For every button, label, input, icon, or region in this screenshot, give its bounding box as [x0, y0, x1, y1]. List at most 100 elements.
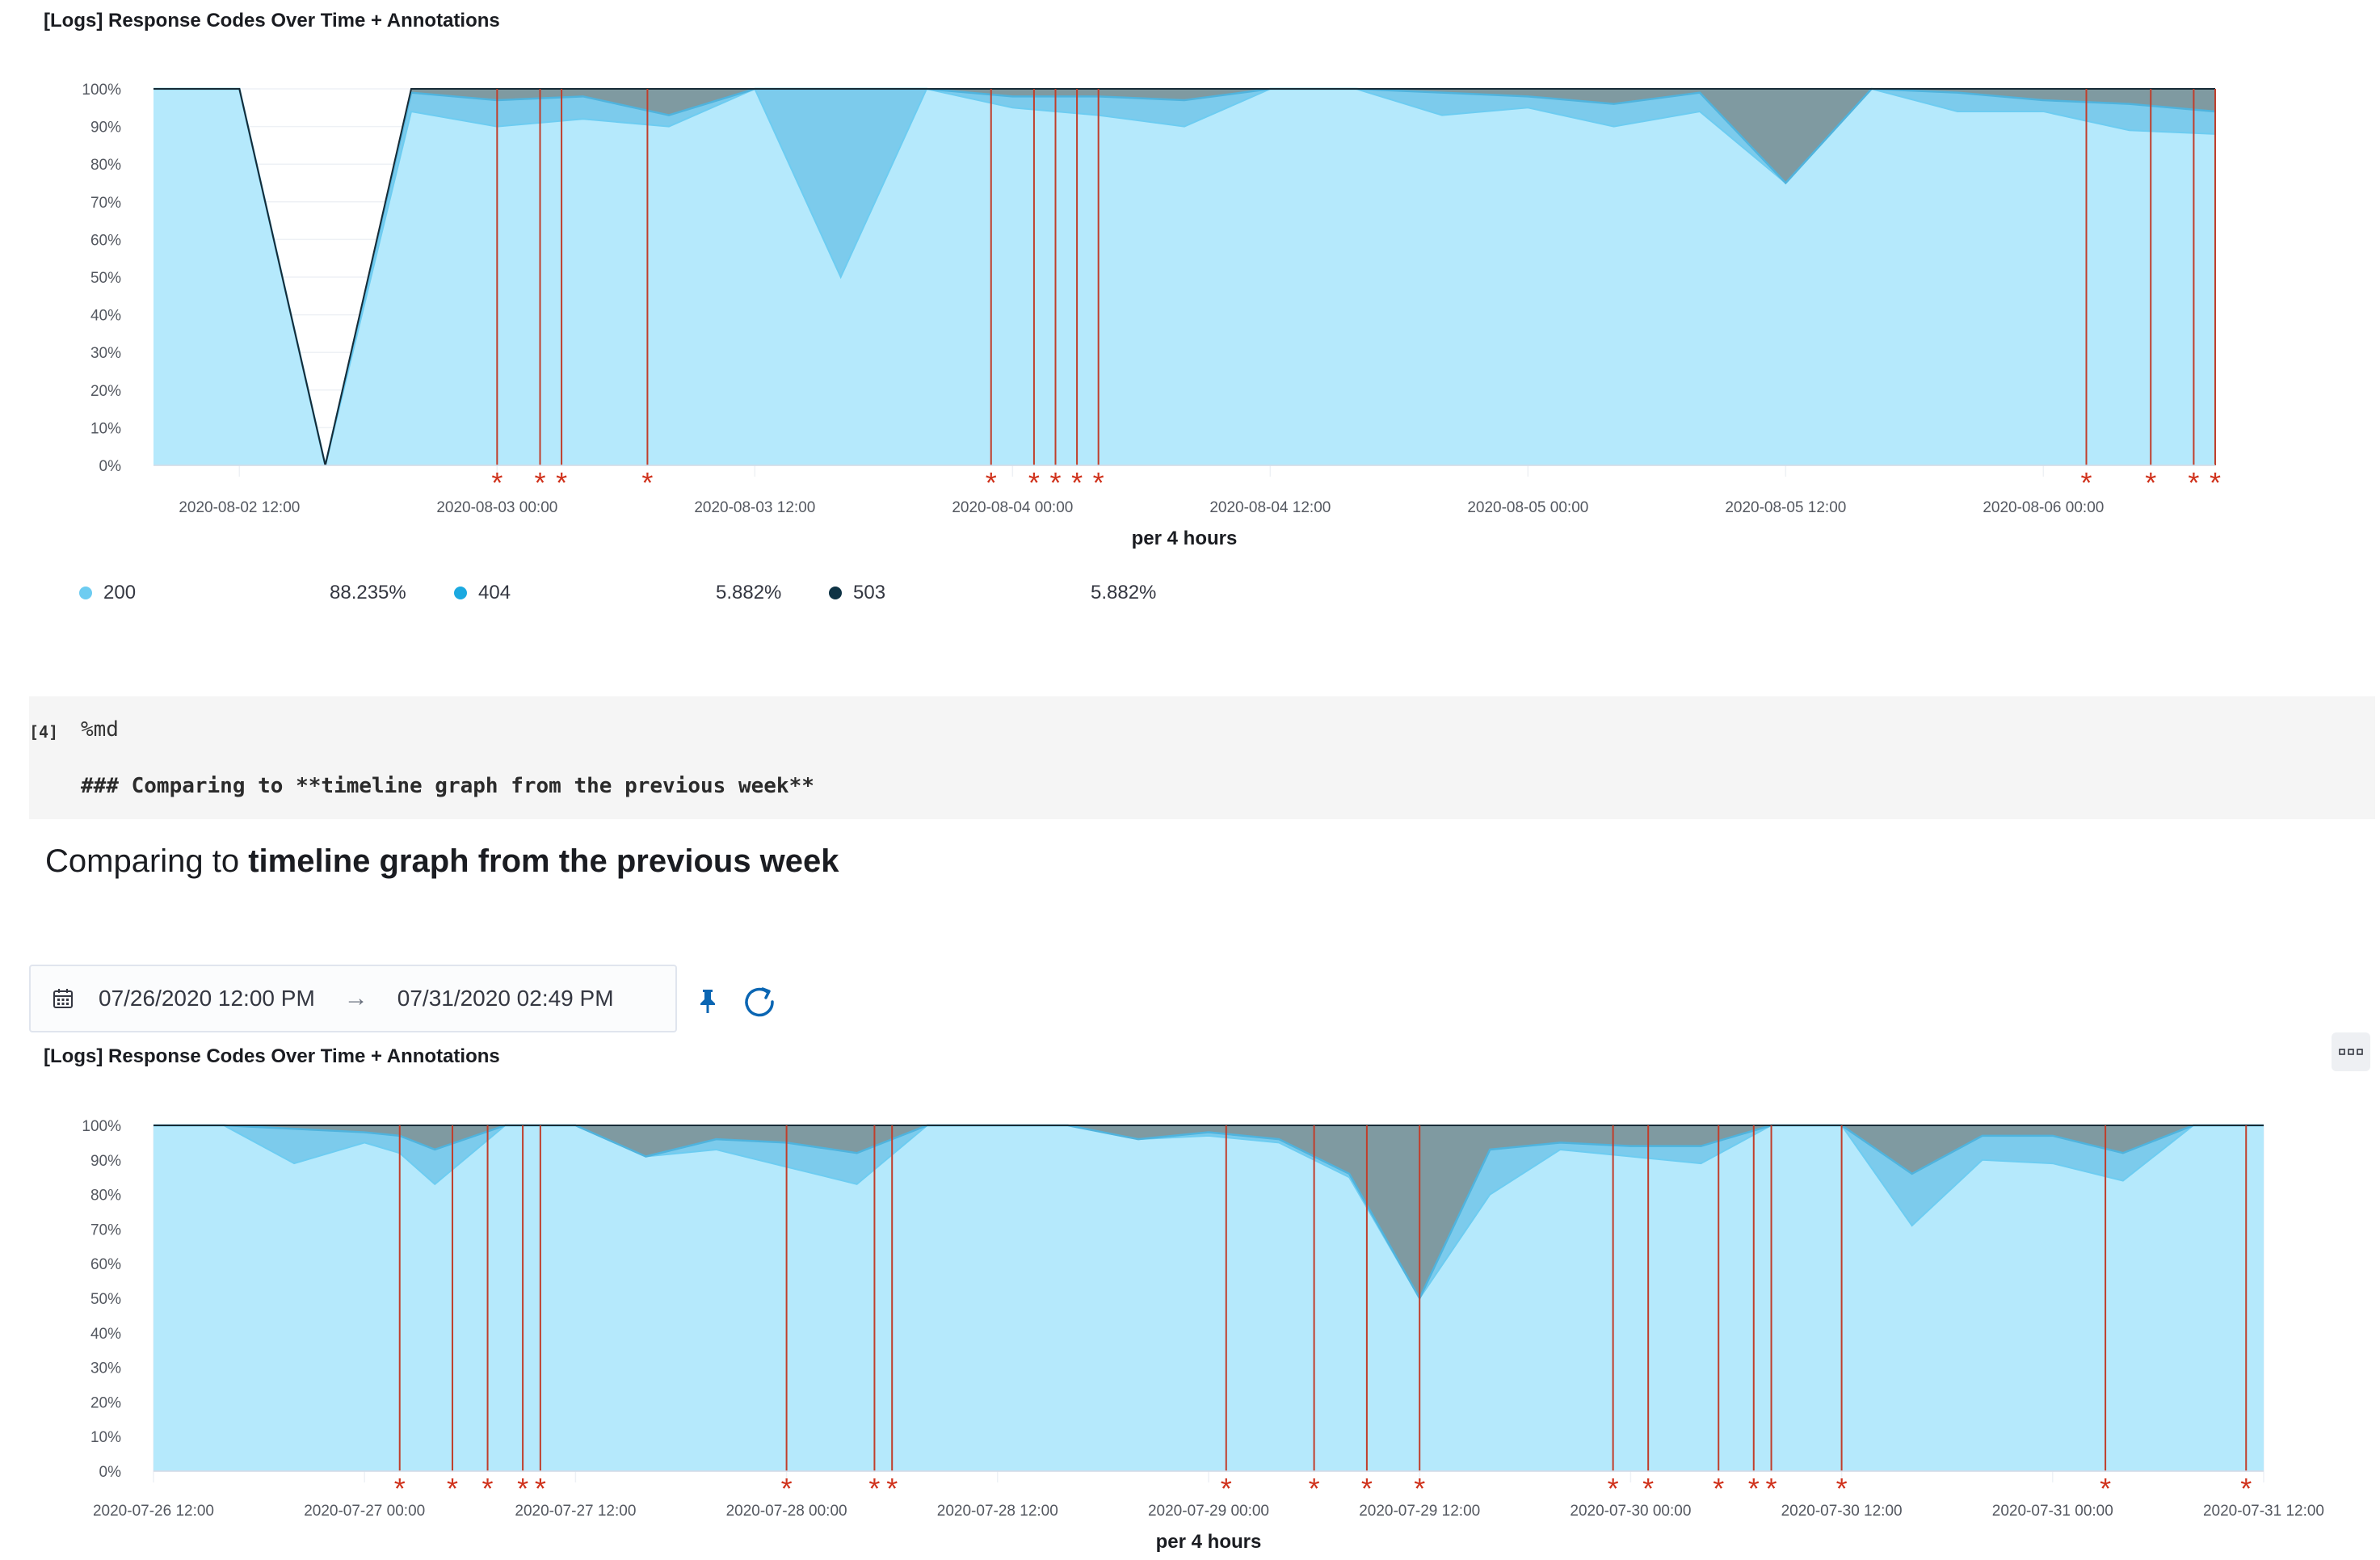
- x-tick-label: 2020-07-28 00:00: [726, 1503, 847, 1520]
- annotation-marker: *: [2240, 1472, 2252, 1505]
- x-tick-label: 2020-07-27 12:00: [515, 1503, 636, 1520]
- legend-dot-404: [454, 587, 467, 599]
- legend-percent-200: 88.235%: [330, 582, 406, 603]
- more-icon: [2339, 1049, 2363, 1055]
- y-tick-label: 70%: [90, 195, 121, 212]
- annotation-marker: *: [1028, 466, 1040, 499]
- annotation-marker: *: [1071, 466, 1083, 499]
- legend-item-200[interactable]: 200: [79, 582, 136, 604]
- annotation-marker: *: [517, 1472, 528, 1505]
- x-tick-label: 2020-08-04 12:00: [1209, 499, 1331, 516]
- more-options-button[interactable]: [2332, 1032, 2370, 1071]
- annotation-marker: *: [986, 466, 997, 499]
- y-tick-label: 30%: [90, 1360, 121, 1377]
- bottom-chart-title: [Logs] Response Codes Over Time + Annota…: [44, 1045, 500, 1067]
- legend-item-503[interactable]: 503: [829, 582, 885, 604]
- annotation-marker: *: [1093, 466, 1104, 499]
- range-arrow: →: [343, 985, 368, 1011]
- x-tick-label: 2020-07-26 12:00: [93, 1503, 214, 1520]
- y-tick-label: 100%: [82, 82, 121, 99]
- date-range-picker[interactable]: 07/26/2020 12:00 PM → 07/31/2020 02:49 P…: [29, 965, 677, 1032]
- y-tick-label: 50%: [90, 1291, 121, 1308]
- x-tick-label: 2020-08-02 12:00: [179, 499, 300, 516]
- legend-item-404[interactable]: 404: [454, 582, 511, 604]
- annotation-marker: *: [1414, 1472, 1425, 1505]
- heading-plain-text: Comparing to: [45, 843, 249, 879]
- legend-percent-404: 5.882%: [716, 582, 782, 603]
- annotation-marker: *: [556, 466, 567, 499]
- annotation-marker: *: [1748, 1472, 1760, 1505]
- x-axis-label: per 4 hours: [1156, 1531, 1262, 1553]
- legend-dot-200: [79, 587, 92, 599]
- legend-label-200: 200: [103, 582, 137, 603]
- annotation-marker: *: [1608, 1472, 1619, 1505]
- annotation-marker: *: [1642, 1472, 1654, 1505]
- annotation-marker: *: [2100, 1472, 2111, 1505]
- x-tick-label: 2020-08-03 00:00: [436, 499, 557, 516]
- legend-percent-503: 5.882%: [1091, 582, 1157, 603]
- heading-bold-text: timeline graph from the previous week: [248, 843, 839, 879]
- top-area-chart[interactable]: 0% 10% 20% 30% 40% 50% 60% 70% 80% 90% 100% 2020-08…: [0, 48, 2380, 557]
- x-tick-label: 2020-07-27 00:00: [304, 1503, 425, 1520]
- annotation-marker: *: [394, 1472, 406, 1505]
- annotation-marker: *: [2080, 466, 2092, 499]
- annotation-marker: *: [1766, 1472, 1777, 1505]
- x-tick-label: 2020-08-05 12:00: [1725, 499, 1846, 516]
- y-tick-label: 30%: [90, 345, 121, 362]
- y-tick-label: 20%: [90, 1394, 121, 1411]
- calendar-icon[interactable]: [52, 987, 74, 1010]
- y-tick-label: 100%: [82, 1118, 121, 1135]
- start-date[interactable]: 07/26/2020 12:00 PM: [99, 986, 315, 1011]
- y-tick-label: 80%: [90, 157, 121, 174]
- annotation-marker: *: [1309, 1472, 1320, 1505]
- end-date[interactable]: 07/31/2020 02:49 PM: [397, 986, 614, 1011]
- x-tick-label: 2020-07-29 00:00: [1148, 1503, 1269, 1520]
- annotation-marker: *: [886, 1472, 898, 1505]
- annotation-marker: *: [868, 1472, 880, 1505]
- pin-icon[interactable]: [696, 987, 719, 1015]
- refresh-icon[interactable]: [742, 984, 777, 1020]
- y-tick-label: 40%: [90, 308, 121, 325]
- y-tick-label: 50%: [90, 270, 121, 287]
- y-tick-label: 70%: [90, 1222, 121, 1238]
- y-tick-label: 0%: [99, 1464, 122, 1481]
- y-tick-label: 10%: [90, 1429, 121, 1446]
- y-tick-label: 0%: [99, 458, 122, 475]
- bottom-area-chart[interactable]: 0% 10% 20% 30% 40% 50% 60% 70% 80% 90% 100% 2020-07…: [0, 1083, 2380, 1560]
- markdown-heading: Comparing to timeline graph from the pre…: [45, 843, 839, 880]
- series-200-area: [153, 89, 2215, 465]
- y-tick-label: 60%: [90, 1256, 121, 1273]
- y-tick-label: 80%: [90, 1188, 121, 1205]
- y-tick-label: 60%: [90, 232, 121, 249]
- annotation-marker: *: [781, 1472, 793, 1505]
- annotation-marker: *: [641, 466, 653, 499]
- annotation-marker: *: [534, 466, 545, 499]
- annotation-marker: *: [535, 1472, 546, 1505]
- annotation-marker: *: [491, 466, 502, 499]
- annotation-marker: *: [1836, 1472, 1848, 1505]
- annotation-marker: *: [1713, 1472, 1724, 1505]
- annotation-marker: *: [1361, 1472, 1373, 1505]
- cell-prompt: [4]: [29, 722, 59, 742]
- x-tick-label: 2020-08-04 00:00: [952, 499, 1073, 516]
- legend-label-503: 503: [853, 582, 886, 603]
- legend-label-404: 404: [478, 582, 511, 603]
- x-tick-label: 2020-07-28 12:00: [937, 1503, 1058, 1520]
- annotation-marker: *: [2210, 466, 2221, 499]
- annotation-marker: *: [1221, 1472, 1232, 1505]
- cell-magic[interactable]: %md: [81, 717, 119, 742]
- legend-dot-503: [829, 587, 842, 599]
- top-chart-title: [Logs] Response Codes Over Time + Annota…: [44, 10, 500, 32]
- cell-source[interactable]: ### Comparing to **timeline graph from t…: [81, 774, 814, 798]
- x-tick-label: 2020-08-05 00:00: [1467, 499, 1588, 516]
- y-tick-label: 90%: [90, 120, 121, 137]
- y-tick-label: 10%: [90, 420, 121, 437]
- y-tick-label: 40%: [90, 1326, 121, 1343]
- y-tick-label: 90%: [90, 1153, 121, 1170]
- y-tick-label: 20%: [90, 383, 121, 400]
- annotation-marker: *: [1049, 466, 1061, 499]
- annotation-marker: *: [482, 1472, 494, 1505]
- x-axis-label: per 4 hours: [1132, 528, 1238, 549]
- x-tick-label: 2020-07-30 12:00: [1781, 1503, 1903, 1520]
- notebook-cell[interactable]: [29, 696, 2375, 819]
